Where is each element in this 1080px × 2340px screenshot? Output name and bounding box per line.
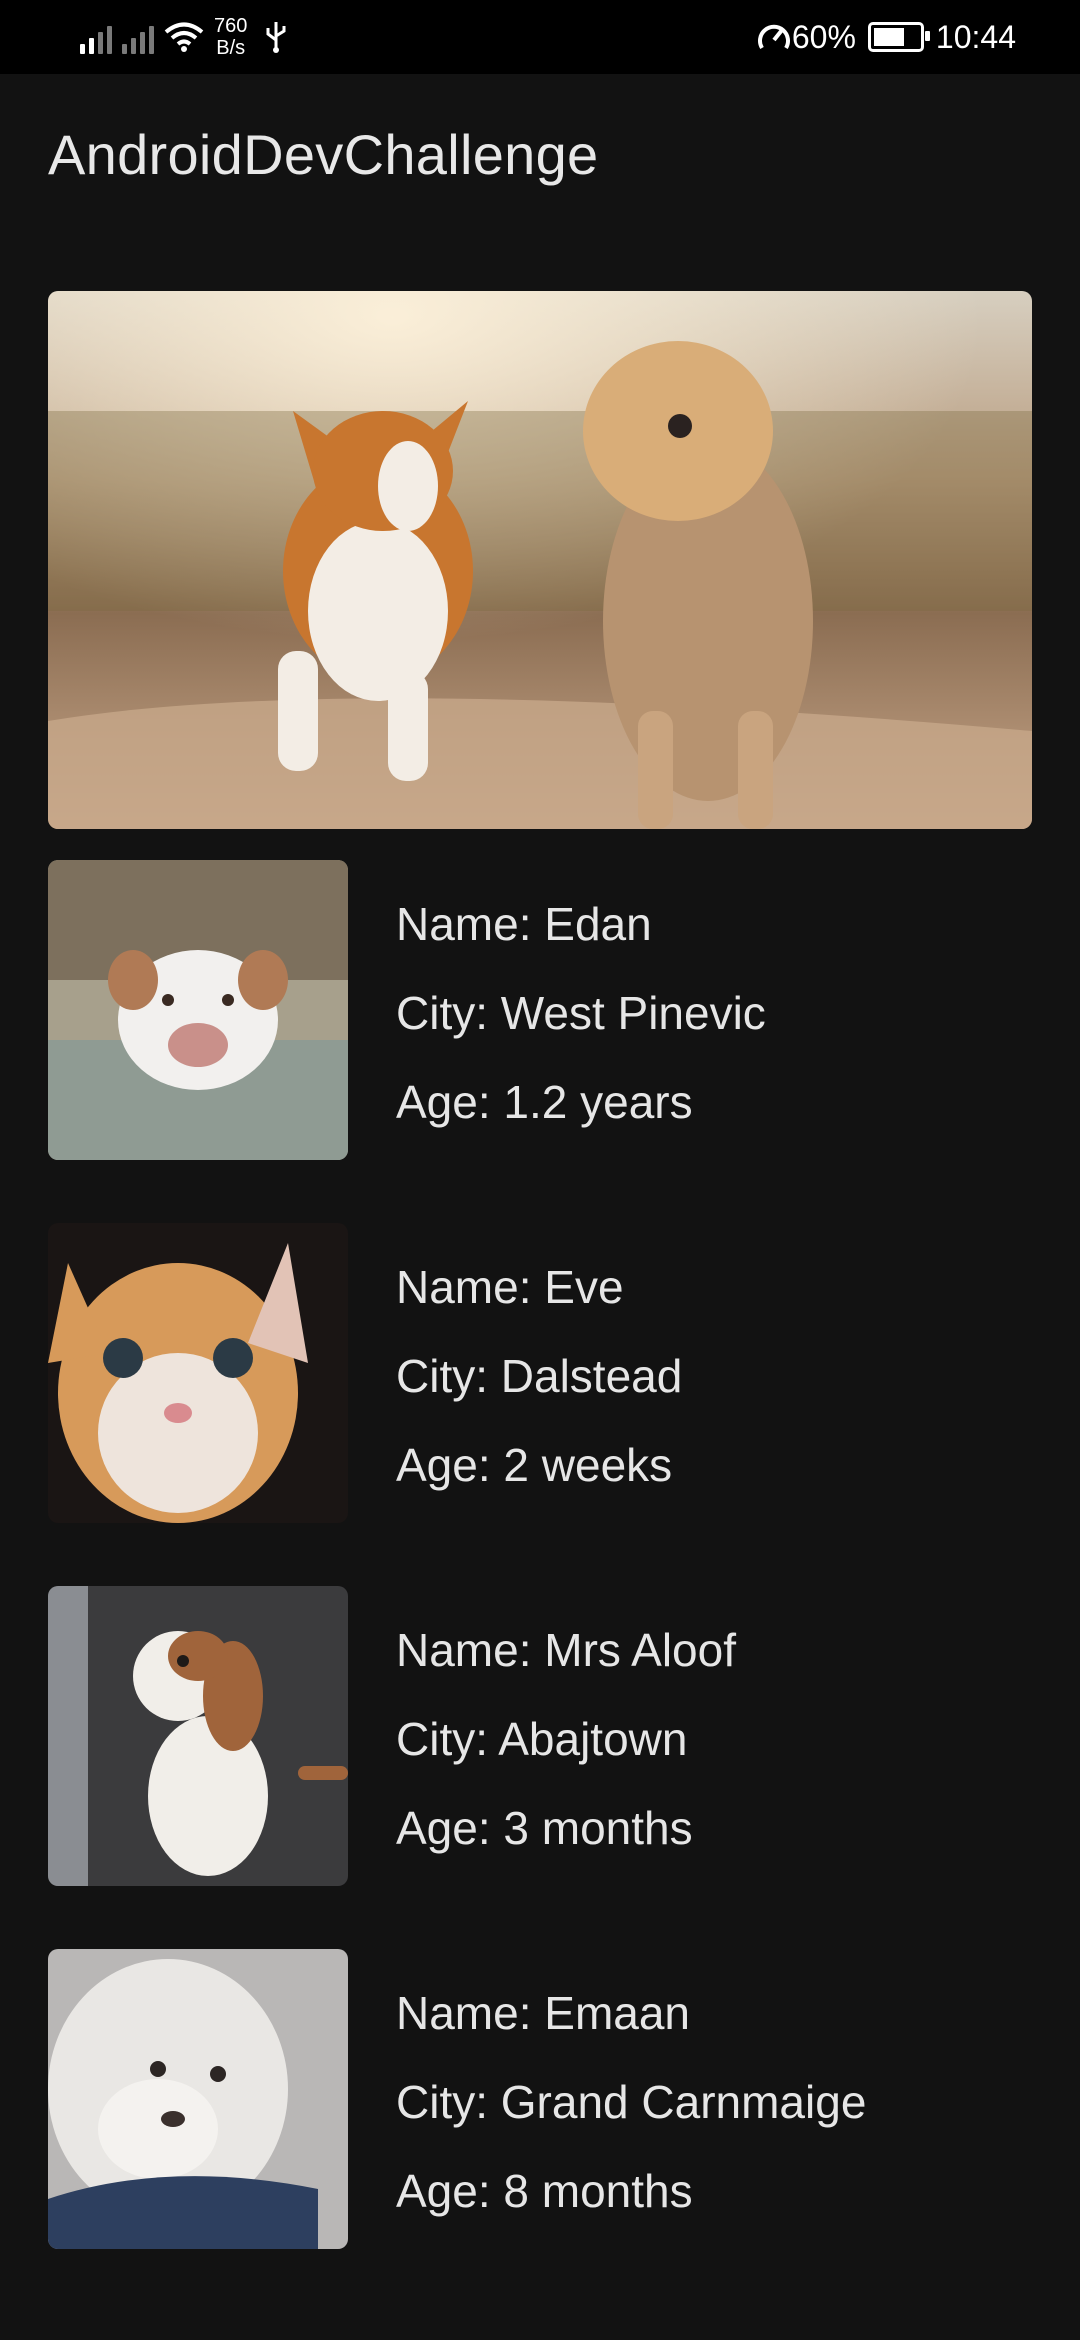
- list-item[interactable]: Name: Edan City: West Pinevic Age: 1.2 y…: [48, 860, 1032, 1160]
- pet-age: Age: 1.2 years: [396, 1076, 693, 1128]
- pet-city: City: Abajtown: [396, 1713, 688, 1765]
- status-bar: 760 B/s 60% 10:44: [0, 0, 1080, 74]
- pet-age: Age: 8 months: [396, 2165, 693, 2217]
- pet-city: City: Grand Carnmaige: [396, 2076, 867, 2128]
- hero-image: [48, 291, 1032, 829]
- orange-kitten-photo: [48, 1223, 348, 1523]
- status-bar-right: 60% 10:44: [756, 12, 1016, 62]
- pet-info: Name: Emaan City: Grand Carnmaige Age: 8…: [396, 1975, 866, 2242]
- net-speed-value: 760: [214, 15, 248, 37]
- pet-age: Age: 3 months: [396, 1802, 693, 1854]
- white-poodle-photo: [48, 1949, 348, 2249]
- battery-percent: 60%: [791, 18, 856, 55]
- signal-no-sim-icon: [122, 20, 154, 54]
- app-title: AndroidDevChallenge: [48, 123, 599, 186]
- pet-image: [48, 860, 348, 1160]
- beagle-puppy-photo: [48, 1586, 348, 1886]
- pet-city: City: Dalstead: [396, 1350, 683, 1402]
- pet-city: City: West Pinevic: [396, 987, 766, 1039]
- clock-time: 10:44: [935, 18, 1016, 55]
- list-item[interactable]: Name: Emaan City: Grand Carnmaige Age: 8…: [48, 1949, 1032, 2249]
- battery-icon: [867, 22, 930, 52]
- pet-name: Name: Eve: [396, 1261, 624, 1313]
- pet-info: Name: Edan City: West Pinevic Age: 1.2 y…: [396, 886, 766, 1153]
- speedometer-icon: [757, 24, 790, 50]
- pet-name: Name: Mrs Aloof: [396, 1624, 736, 1676]
- usb-icon: [266, 22, 286, 53]
- net-speed-unit: B/s: [216, 37, 246, 59]
- pet-image: [48, 1223, 348, 1523]
- pet-info: Name: Eve City: Dalstead Age: 2 weeks: [396, 1249, 682, 1516]
- status-bar-left: 760 B/s: [80, 12, 287, 62]
- list-item[interactable]: Name: Eve City: Dalstead Age: 2 weeks: [48, 1223, 1032, 1523]
- pet-name: Name: Edan: [396, 898, 652, 950]
- signal-icon: [80, 20, 112, 54]
- pet-info: Name: Mrs Aloof City: Abajtown Age: 3 mo…: [396, 1612, 736, 1879]
- list-item[interactable]: Name: Mrs Aloof City: Abajtown Age: 3 mo…: [48, 1586, 1032, 1886]
- network-speed: 760 B/s: [214, 15, 247, 59]
- pet-image: [48, 1586, 348, 1886]
- pet-age: Age: 2 weeks: [396, 1439, 673, 1491]
- pet-name: Name: Emaan: [396, 1987, 691, 2039]
- two-dogs-running-photo: [48, 291, 1032, 829]
- wifi-icon: [164, 22, 204, 52]
- pet-image: [48, 1949, 348, 2249]
- white-pitbull-puppy-photo: [48, 860, 348, 1160]
